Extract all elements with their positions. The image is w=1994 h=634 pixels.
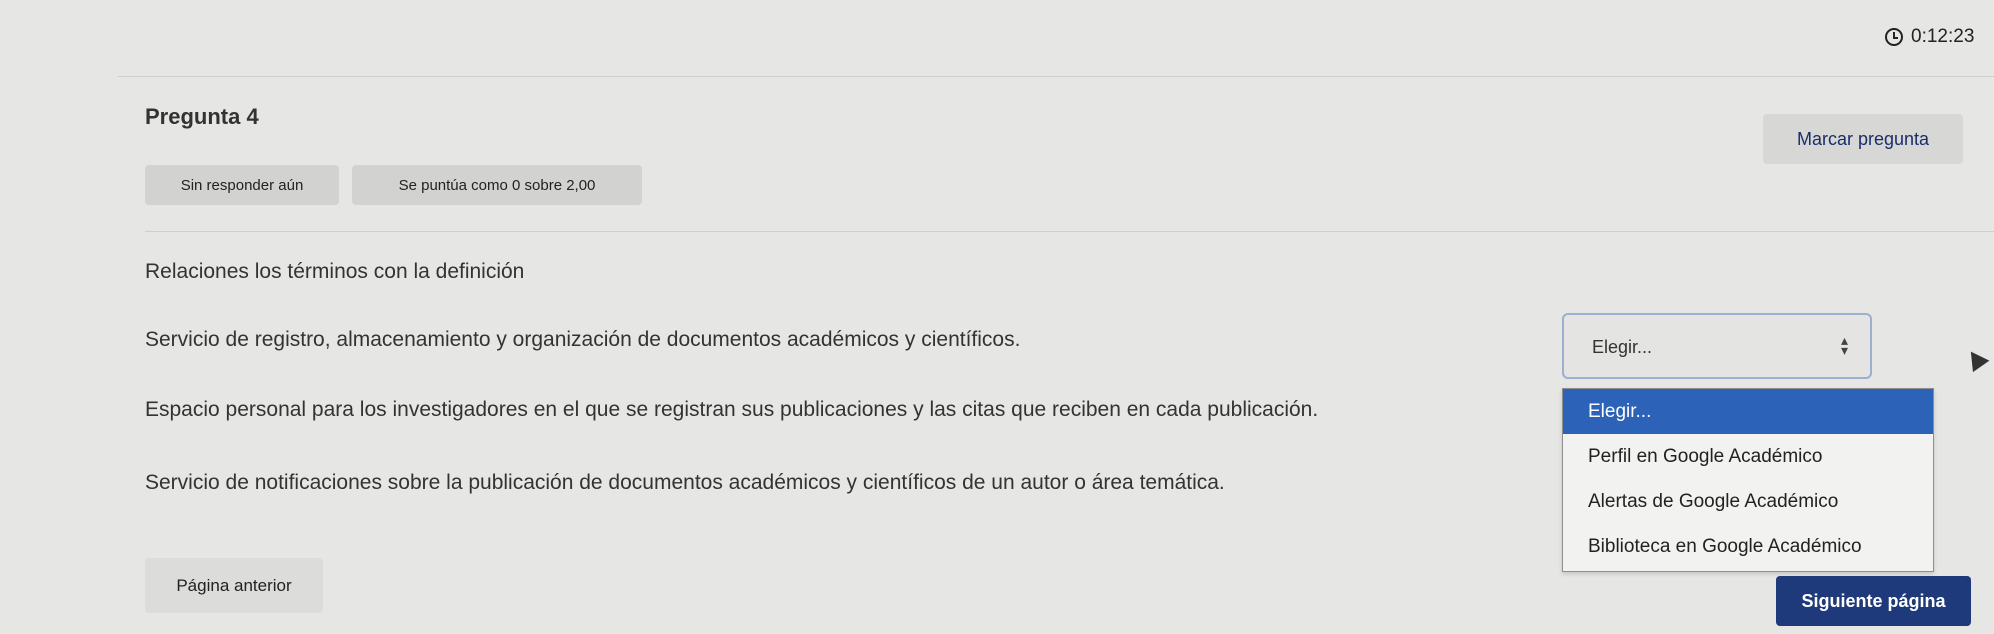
select-option[interactable]: Perfil en Google Académico (1563, 434, 1933, 479)
select-option[interactable]: Biblioteca en Google Académico (1563, 524, 1933, 569)
previous-page-button[interactable]: Página anterior (145, 558, 323, 613)
question-prompt: Relaciones los términos con la definició… (145, 260, 525, 283)
question-status-badge: Sin responder aún (145, 165, 339, 205)
question-title: Pregunta 4 (145, 104, 259, 129)
select-option[interactable]: Elegir... (1563, 389, 1933, 434)
select-option[interactable]: Alertas de Google Académico (1563, 479, 1933, 524)
match-select-1[interactable]: Elegir... ▴ ▾ (1562, 313, 1872, 379)
top-divider (118, 76, 1994, 77)
question-grade-badge: Se puntúa como 0 sobre 2,00 (352, 165, 642, 205)
flag-question-button[interactable]: Marcar pregunta (1763, 114, 1963, 164)
next-page-button[interactable]: Siguiente página (1776, 576, 1971, 626)
question-divider (145, 231, 1994, 232)
match-stem-1: Servicio de registro, almacenamiento y o… (145, 328, 1021, 351)
select-current-value: Elegir... (1592, 337, 1653, 357)
match-stem-2: Espacio personal para los investigadores… (145, 398, 1319, 421)
timer-value: 0:12:23 (1911, 26, 1975, 47)
select-dropdown-list: Elegir... Perfil en Google Académico Ale… (1562, 388, 1934, 572)
quiz-timer: 0:12:23 (1885, 26, 1974, 48)
clock-icon (1885, 28, 1903, 46)
match-stem-3: Servicio de notificaciones sobre la publ… (145, 471, 1225, 494)
mouse-cursor-icon (1962, 345, 1990, 373)
chevron-updown-icon: ▴ ▾ (1840, 332, 1848, 358)
